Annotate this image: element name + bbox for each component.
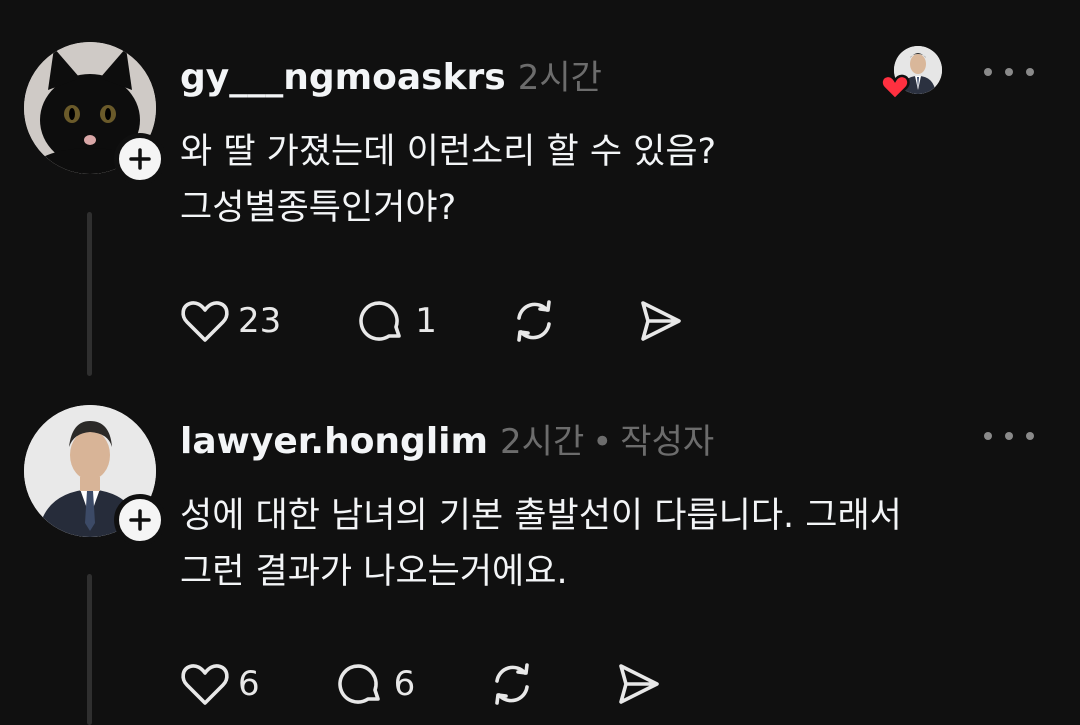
comment-bubble-icon [337,664,380,704]
plus-icon [129,509,151,531]
heart-filled-icon [880,74,910,101]
heart-outline-icon [181,301,229,342]
comment-text-line: 그성별종특인거야? [180,188,457,228]
more-dot-icon [1005,68,1013,76]
more-dot-icon [1026,68,1034,76]
more-dot-icon [984,432,992,440]
like-button[interactable]: 23 [180,296,281,346]
more-dot-icon [984,68,992,76]
comment-text-line: 와 딸 가졌는데 이런소리 할 수 있음? [180,132,717,172]
more-options-button[interactable] [984,426,1034,446]
like-count: 23 [238,301,282,341]
comment-header: lawyer.honglim 2시간 • 작성자 [180,414,714,463]
comment-text-line: 성에 대한 남녀의 기본 출발선이 다릅니다. 그래서 [180,496,902,536]
timestamp: 2시간 [500,422,585,462]
repost-icon [495,663,530,705]
heart-outline-icon [181,664,229,705]
more-dot-icon [1005,432,1013,440]
username[interactable]: gy___ngmoaskrs [180,57,506,98]
comment-text: 와 딸 가졌는데 이런소리 할 수 있음? 그성별종특인거야? [180,124,1040,236]
thread-line [87,212,92,376]
comment-header: gy___ngmoaskrs 2시간 [180,50,602,99]
thread-line [87,574,92,725]
action-bar: 6 6 [180,659,663,709]
send-icon [641,301,681,341]
username[interactable]: lawyer.honglim [180,421,488,462]
reply-button[interactable]: 6 [336,659,416,709]
share-button[interactable] [613,659,663,709]
share-button[interactable] [635,296,685,346]
like-button[interactable]: 6 [180,659,260,709]
action-bar: 23 1 [180,296,685,346]
send-icon [619,664,660,704]
comment-text: 성에 대한 남녀의 기본 출발선이 다릅니다. 그래서 그런 결과가 나오는거에… [180,488,1040,600]
repost-button[interactable] [487,659,537,709]
more-options-button[interactable] [984,62,1034,82]
liked-by-author-indicator[interactable] [880,42,942,104]
comment-bubble-icon [359,301,402,341]
follow-button[interactable] [114,494,166,546]
plus-icon [129,148,151,170]
reply-count: 1 [415,301,437,341]
separator-dot: • [592,422,613,462]
like-count: 6 [238,664,260,704]
more-dot-icon [1026,432,1034,440]
reply-count: 6 [393,664,416,704]
follow-button[interactable] [114,133,166,185]
timestamp: 2시간 [517,58,602,98]
repost-button[interactable] [509,296,559,346]
author-badge: 작성자 [620,422,715,462]
repost-icon [517,300,551,342]
reply-button[interactable]: 1 [357,296,437,346]
comment-text-line: 그런 결과가 나오는거에요. [180,552,568,592]
